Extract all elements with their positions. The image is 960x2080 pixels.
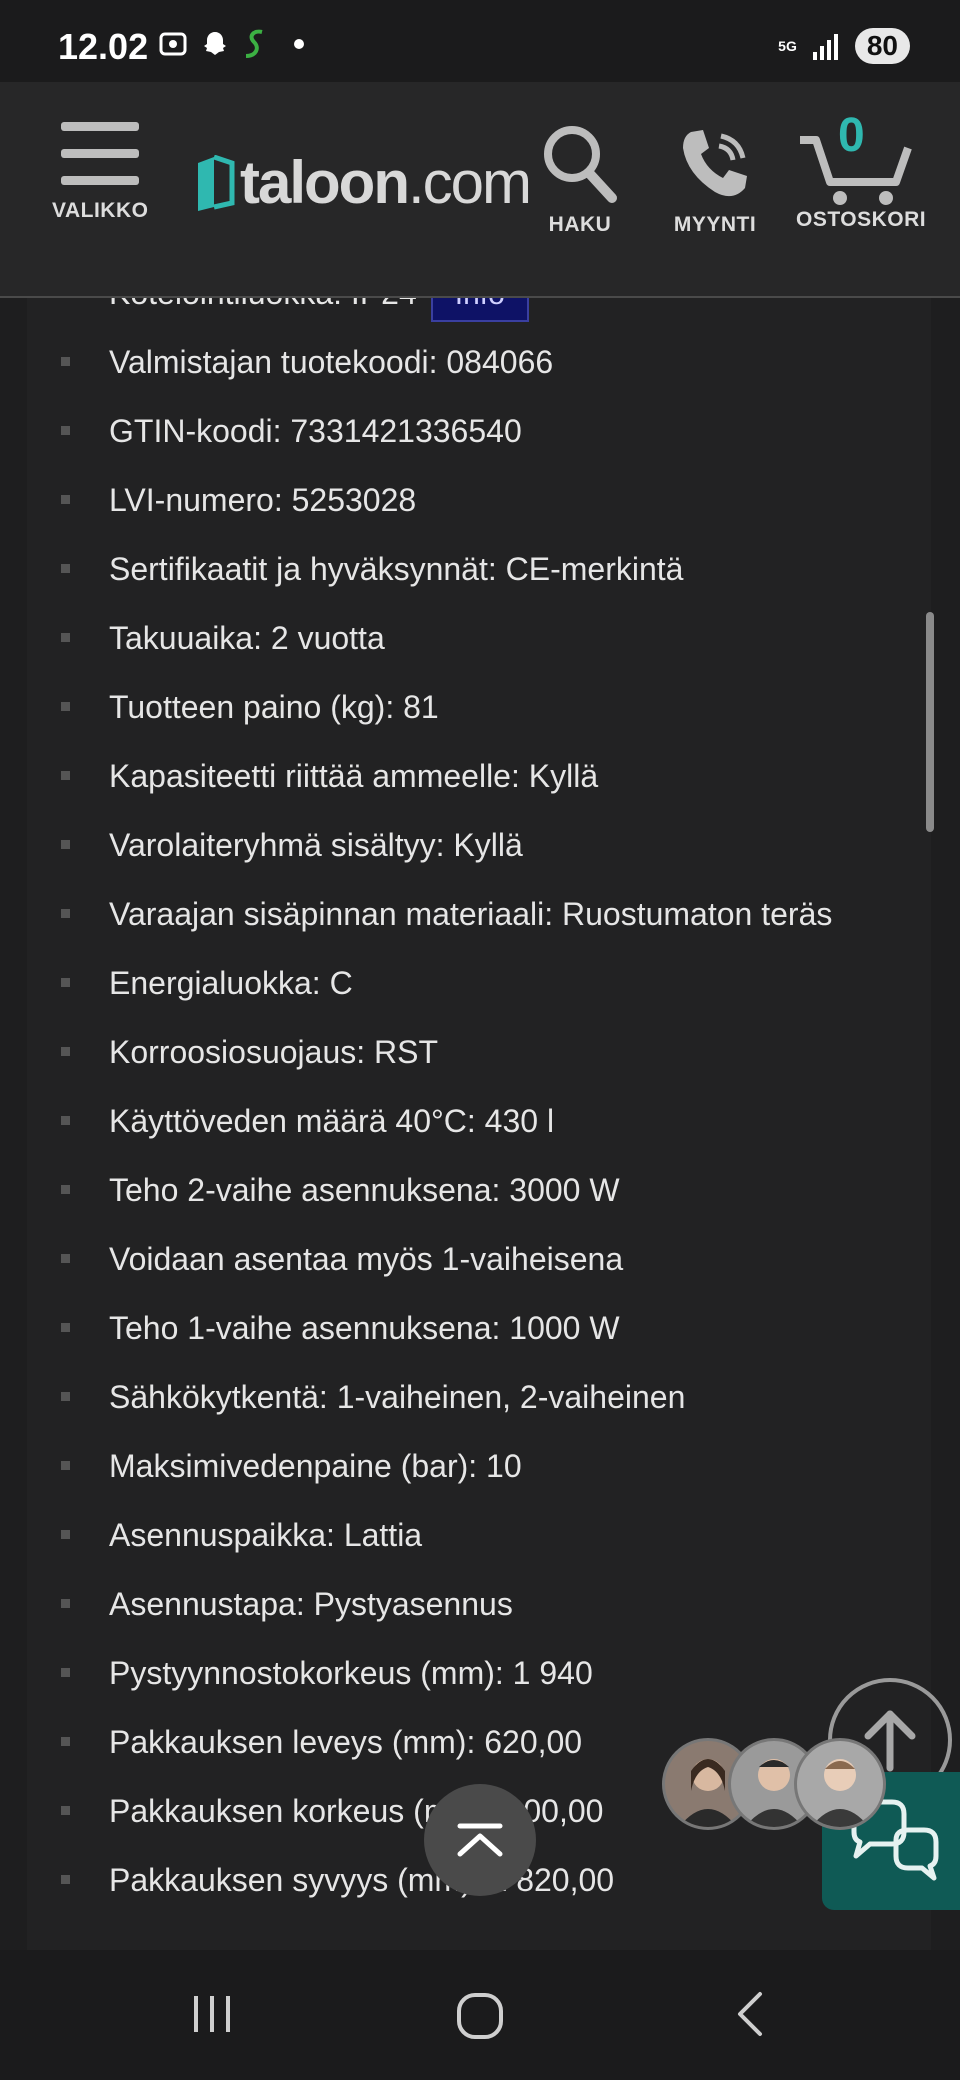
spec-item: Teho 1-vaihe asennuksena: 1000 W [61,1299,861,1357]
bullet [61,1530,70,1539]
bullet [61,633,70,642]
bullet [61,426,70,435]
logo-text: taloon.com [240,149,532,216]
menu-button[interactable]: VALIKKO [52,122,148,223]
screenshot-icon [159,32,187,56]
bullet [61,1461,70,1470]
bullet [61,978,70,987]
spec-item: Varolaiteryhmä sisältyy: Kyllä [61,816,861,874]
app-s-icon [245,29,263,58]
spec-item: Valmistajan tuotekoodi: 084066 [61,333,861,391]
support-avatars[interactable] [662,1738,892,1834]
spec-item: Sähkökytkentä: 1-vaiheinen, 2-vaiheinen [61,1368,861,1426]
sales-label: MYYNTI [673,213,757,236]
spec-list: Kotelointiluokka: IP24Info Valmistajan t… [61,298,861,1920]
more-notifications-dot [294,39,304,49]
product-specifications: Kotelointiluokka: IP24Info Valmistajan t… [27,298,931,1950]
bullet [61,564,70,573]
bullet [61,1668,70,1677]
bullet [61,357,70,366]
system-status: 5G 80 [778,28,910,64]
spec-item: Teho 2-vaihe asennuksena: 3000 W [61,1161,861,1219]
search-button[interactable]: HAKU [540,122,620,237]
scrollbar[interactable] [926,612,934,832]
bullet [61,1737,70,1746]
status-time: 12.02 [58,26,149,67]
info-button[interactable]: Info [430,298,529,322]
spec-item: Varaajan sisäpinnan materiaali: Ruostuma… [61,885,861,943]
menu-label: VALIKKO [52,199,149,222]
bullet [61,1254,70,1263]
spec-item: Kapasiteetti riittää ammeelle: Kyllä [61,747,861,805]
spec-item: LVI-numero: 5253028 [61,471,861,529]
network-type: 5G [778,38,797,54]
home-icon[interactable] [454,1990,506,2042]
avatar [794,1738,886,1830]
bullet [61,1392,70,1401]
spec-item: Voidaan asentaa myös 1-vaiheisena [61,1230,861,1288]
spec-item: Korroosiosuojaus: RST [61,1023,861,1081]
recent-apps-icon[interactable] [188,1990,236,2038]
bullet [61,702,70,711]
person-avatar-icon [811,1759,869,1827]
logo-mark-icon [198,154,235,211]
spec-item: Maksimivedenpaine (bar): 10 [61,1437,861,1495]
bullet [61,1323,70,1332]
status-bar: 12.02 5G 80 [0,0,960,82]
bullet [61,495,70,504]
spec-item: Käyttöveden määrä 40°C: 430 l [61,1092,861,1150]
spec-item: Kotelointiluokka: IP24Info [61,298,861,322]
notification-icons [158,28,304,60]
battery-level: 80 [854,28,910,64]
bullet [61,909,70,918]
chevron-up-icon [457,1823,503,1857]
cart-icon [800,136,912,205]
spec-item: Asennustapa: Pystyasennus [61,1575,861,1633]
search-label: HAKU [548,213,612,236]
spec-item: GTIN-koodi: 7331421336540 [61,402,861,460]
bullet [61,840,70,849]
spec-item: Energialuokka: C [61,954,861,1012]
snapchat-icon [204,32,226,55]
signal-icon [812,34,838,60]
bullet [61,1185,70,1194]
spec-item: Pystyynnostokorkeus (mm): 1 940 [61,1644,861,1702]
site-logo[interactable]: taloon.com [192,148,532,217]
bullet [61,1116,70,1125]
scroll-up-button[interactable] [424,1784,536,1896]
sales-button[interactable]: MYYNTI [670,122,760,237]
back-icon[interactable] [730,1990,770,2038]
hamburger-icon [52,122,148,185]
phone-icon [683,130,747,197]
spec-item: Asennuspaikka: Lattia [61,1506,861,1564]
spec-item: Takuuaika: 2 vuotta [61,609,861,667]
bullet [61,771,70,780]
bullet [61,1599,70,1608]
spec-item: Tuotteen paino (kg): 81 [61,678,861,736]
bullet [61,1047,70,1056]
search-icon [544,126,617,203]
system-navigation-bar [0,1950,960,2080]
bullet [61,1875,70,1884]
cart-label: OSTOSKORI [796,208,927,231]
cart-button[interactable]: 0 OSTOSKORI [796,109,927,232]
site-header: VALIKKO taloon.com HAKU MYYNTI 0 OSTOSKO… [0,82,960,298]
spec-item: Sertifikaatit ja hyväksynnät: CE-merkint… [61,540,861,598]
bullet [61,1806,70,1815]
